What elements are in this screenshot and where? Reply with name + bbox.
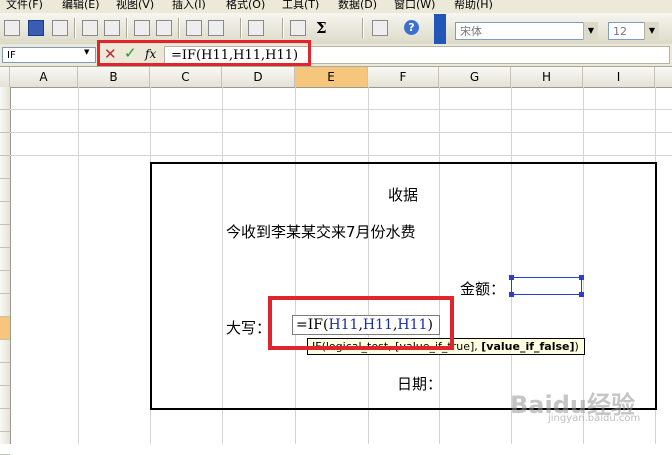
select-all-corner[interactable] <box>0 67 10 87</box>
chart-wizard-icon[interactable] <box>372 20 388 36</box>
row-header-selected[interactable] <box>0 317 10 340</box>
date-label: 日期： <box>397 375 443 393</box>
capital-label: 大写： <box>226 319 272 337</box>
column-header[interactable]: C <box>150 67 222 87</box>
column-header[interactable]: A <box>10 67 78 87</box>
gridline <box>10 155 672 156</box>
toolbar-separator <box>126 18 128 38</box>
row-header[interactable] <box>0 386 10 409</box>
toolbar-separator <box>282 18 284 38</box>
spelling-icon[interactable] <box>134 20 150 36</box>
print-icon[interactable] <box>82 20 98 36</box>
annotation-highlight-cell <box>268 296 454 350</box>
row-header[interactable] <box>0 225 10 248</box>
column-header[interactable]: B <box>78 67 150 87</box>
receipt-line-1: 今收到李某某交来7月份水费 <box>226 223 416 241</box>
chevron-down-icon[interactable]: ▼ <box>84 48 89 56</box>
chevron-down-icon[interactable]: ▼ <box>644 22 659 40</box>
toolbar-separator <box>178 18 180 38</box>
gridline <box>10 132 672 133</box>
menu-file[interactable]: 文件(F) <box>6 0 43 12</box>
toolbar-separator <box>362 18 364 38</box>
menu-data[interactable]: 数据(D) <box>338 0 377 12</box>
column-header[interactable]: H <box>511 67 583 87</box>
row-header[interactable] <box>0 340 10 363</box>
toolbar-options-icon[interactable] <box>434 14 446 45</box>
print-preview-icon[interactable] <box>104 20 120 36</box>
menu-insert[interactable]: 插入(I) <box>172 0 206 12</box>
row-header[interactable] <box>0 133 10 156</box>
tooltip-current-arg: [value_if_false] <box>481 340 575 353</box>
row-header[interactable] <box>0 202 10 225</box>
undo-icon[interactable] <box>248 20 264 36</box>
row-header[interactable] <box>0 156 10 179</box>
row-header[interactable] <box>0 409 10 432</box>
permission-icon[interactable] <box>52 20 68 36</box>
row-header[interactable] <box>0 271 10 294</box>
column-header[interactable]: D <box>222 67 295 87</box>
row-header[interactable] <box>0 294 10 317</box>
toolbar-separator <box>74 18 76 38</box>
gridline <box>78 87 79 444</box>
autosum-icon[interactable]: Σ <box>316 19 327 37</box>
menu-bar: 文件(F) 编辑(E) 视图(V) 插入(I) 格式(O) 工具(T) 数据(D… <box>0 0 672 13</box>
toolbar-separator <box>240 18 242 38</box>
menu-edit[interactable]: 编辑(E) <box>62 0 100 12</box>
watermark-url: jingyan.baidu.com <box>548 413 641 424</box>
column-header[interactable]: I <box>583 67 655 87</box>
menu-tools[interactable]: 工具(T) <box>282 0 319 12</box>
tooltip-end: ) <box>574 340 579 353</box>
range-handle[interactable] <box>509 292 514 297</box>
worksheet-grid[interactable]: A B C D E F G H I 收据 今收到李某某交来7月份水费 金额： 大… <box>0 67 672 455</box>
copy-icon[interactable] <box>186 20 202 36</box>
paste-icon[interactable] <box>208 20 224 36</box>
row-header[interactable] <box>0 179 10 202</box>
hyperlink-icon[interactable] <box>290 20 306 36</box>
row-header[interactable] <box>0 248 10 271</box>
help-icon[interactable]: ? <box>404 20 419 35</box>
column-header[interactable]: G <box>439 67 511 87</box>
range-handle[interactable] <box>509 275 514 280</box>
row-header[interactable] <box>0 87 10 110</box>
gridline <box>10 109 672 110</box>
save-icon[interactable] <box>28 20 44 36</box>
column-header-selected[interactable]: E <box>295 67 368 87</box>
menu-view[interactable]: 视图(V) <box>116 0 154 12</box>
column-headers: A B C D E F G H I <box>0 67 672 88</box>
research-icon[interactable] <box>156 20 172 36</box>
chevron-down-icon[interactable]: ▼ <box>583 22 598 40</box>
range-handle[interactable] <box>579 292 584 297</box>
row-headers <box>0 87 11 455</box>
amount-label: 金额： <box>460 280 506 298</box>
menu-window[interactable]: 窗口(W) <box>394 0 435 12</box>
row-header[interactable] <box>0 110 10 133</box>
row-header[interactable] <box>0 363 10 386</box>
receipt-title: 收据 <box>388 186 419 204</box>
name-box[interactable]: IF <box>2 47 96 63</box>
amount-cell-h11[interactable] <box>509 275 584 297</box>
menu-help[interactable]: 帮助(H) <box>454 0 493 12</box>
font-name-select[interactable]: 宋体 <box>455 22 597 40</box>
new-icon[interactable] <box>4 20 20 36</box>
menu-format[interactable]: 格式(O) <box>226 0 265 12</box>
annotation-highlight-formula <box>97 40 311 66</box>
range-handle[interactable] <box>579 275 584 280</box>
column-header[interactable]: F <box>368 67 439 87</box>
